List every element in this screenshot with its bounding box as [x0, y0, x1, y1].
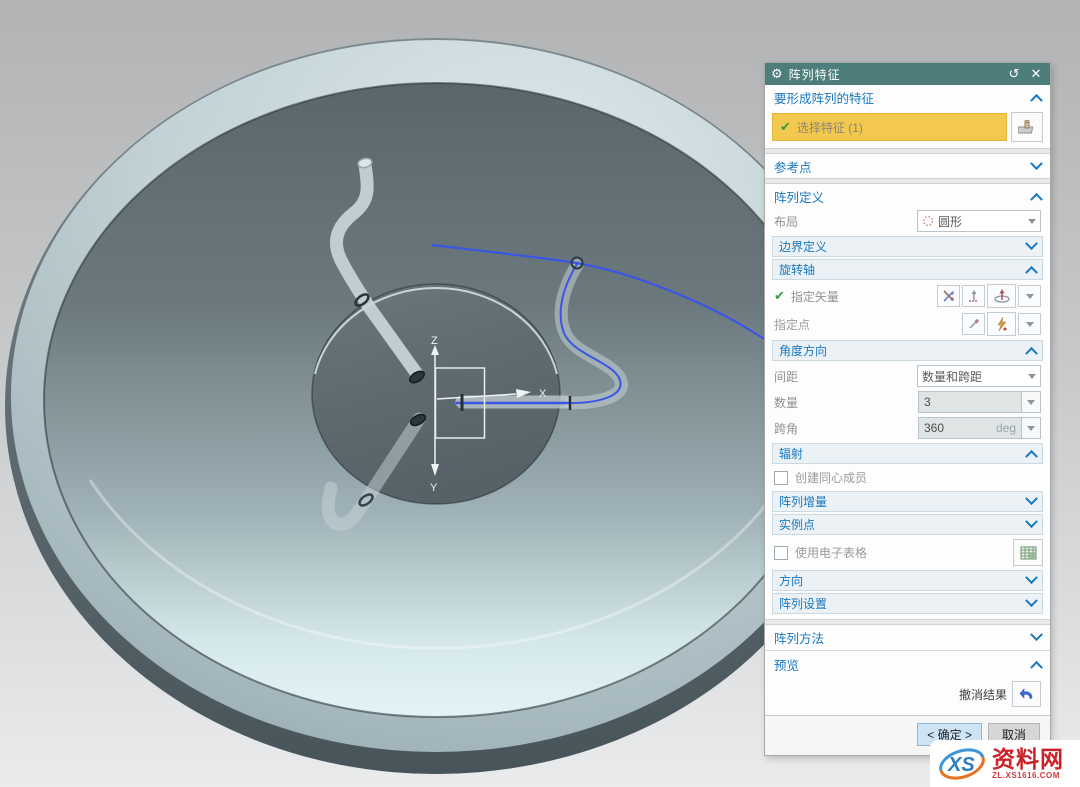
svg-text:XS: XS: [947, 754, 975, 776]
point-dialog-button[interactable]: [962, 313, 985, 335]
span-angle-input[interactable]: 360 deg: [918, 417, 1021, 439]
group-boundary-definition[interactable]: 边界定义: [772, 236, 1043, 257]
group-rotation-axis[interactable]: 旋转轴: [772, 259, 1043, 280]
undo-result-row: 撤消结果: [765, 676, 1050, 715]
rotation-axis-icon: [993, 288, 1011, 304]
chevron-down-icon[interactable]: [1030, 628, 1043, 641]
section-preview[interactable]: 预览: [765, 652, 1050, 676]
point-constructor-icon: [967, 317, 981, 331]
undo-icon: [1019, 687, 1035, 701]
layout-select[interactable]: 圆形: [917, 210, 1041, 232]
create-concentric-row: 创建同心成员: [765, 466, 1050, 489]
chevron-up-icon[interactable]: [1030, 661, 1043, 674]
specify-point-row: 指定点: [765, 310, 1050, 338]
inferred-point-button[interactable]: [987, 312, 1016, 336]
use-spreadsheet-checkbox[interactable]: [774, 546, 788, 560]
dropdown-caret-icon: [1028, 374, 1036, 379]
chevron-up-icon[interactable]: [1030, 193, 1043, 206]
chevron-down-icon[interactable]: [1025, 515, 1038, 528]
span-angle-row: 跨角 360 deg: [765, 415, 1050, 441]
chevron-down-icon[interactable]: [1025, 594, 1038, 607]
chevron-up-icon[interactable]: [1030, 94, 1043, 107]
boss-feature-icon: [1018, 119, 1036, 135]
chevron-down-icon[interactable]: [1025, 571, 1038, 584]
spreadsheet-button[interactable]: [1013, 539, 1043, 566]
dialog-titlebar[interactable]: ⚙ 阵列特征 ↺ ✕: [765, 63, 1050, 85]
dropdown-caret-icon: [1026, 294, 1034, 299]
chevron-up-icon[interactable]: [1025, 266, 1038, 279]
section-pattern-definition[interactable]: 阵列定义: [765, 184, 1050, 208]
chevron-down-icon[interactable]: [1025, 492, 1038, 505]
xs-logo-icon: XS: [936, 744, 988, 784]
check-icon: ✔: [780, 119, 791, 135]
dropdown-caret-icon: [1027, 426, 1035, 431]
chevron-up-icon[interactable]: [1025, 347, 1038, 360]
check-icon: ✔: [774, 288, 785, 304]
section-pattern-method[interactable]: 阵列方法: [765, 625, 1050, 649]
close-icon[interactable]: ✕: [1028, 66, 1044, 82]
unit-label: deg: [996, 421, 1016, 435]
specify-vector-row: ✔ 指定矢量: [765, 282, 1050, 310]
pattern-feature-dialog: ⚙ 阵列特征 ↺ ✕ 要形成阵列的特征 ✔ 选择特征 (1) 参考点 阵列定义: [764, 62, 1051, 756]
count-row: 数量 3: [765, 389, 1050, 415]
dialog-title: 阵列特征: [789, 66, 1000, 83]
watermark-badge: XS 资料网 ZL.XS1616.COM: [930, 740, 1080, 787]
group-instance-points[interactable]: 实例点: [772, 514, 1043, 535]
section-reference-point[interactable]: 参考点: [765, 154, 1050, 178]
group-orientation[interactable]: 方向: [772, 570, 1043, 591]
gear-icon: ⚙: [771, 66, 783, 82]
chevron-up-icon[interactable]: [1025, 450, 1038, 463]
select-feature-field[interactable]: ✔ 选择特征 (1): [772, 113, 1007, 141]
count-options-button[interactable]: [1021, 391, 1041, 413]
spreadsheet-icon: [1020, 546, 1037, 560]
auto-axis-button[interactable]: [987, 284, 1016, 308]
span-angle-options-button[interactable]: [1021, 417, 1041, 439]
two-point-vector-button[interactable]: [937, 285, 960, 307]
undo-result-button[interactable]: [1012, 681, 1041, 707]
count-input[interactable]: 3: [918, 391, 1021, 413]
chevron-down-icon[interactable]: [1030, 157, 1043, 170]
dropdown-caret-icon: [1026, 322, 1034, 327]
divider: [765, 650, 1050, 651]
vector-options-button[interactable]: [1018, 285, 1041, 307]
dropdown-caret-icon: [1028, 219, 1036, 224]
reset-icon[interactable]: ↺: [1006, 66, 1022, 82]
vector-constructor-icon: [967, 289, 981, 303]
axis-y-label: Y: [430, 482, 438, 494]
spacing-select[interactable]: 数量和跨距: [917, 365, 1041, 387]
axis-z-label: Z: [431, 335, 438, 347]
layout-row: 布局 圆形: [765, 208, 1050, 234]
point-options-button[interactable]: [1018, 313, 1041, 335]
spacing-row: 间距 数量和跨距: [765, 363, 1050, 389]
feature-picker-button[interactable]: [1011, 112, 1043, 142]
group-radiate[interactable]: 辐射: [772, 443, 1043, 464]
group-pattern-settings[interactable]: 阵列设置: [772, 593, 1043, 614]
section-features-to-pattern[interactable]: 要形成阵列的特征: [765, 85, 1050, 109]
create-concentric-checkbox[interactable]: [774, 471, 788, 485]
dropdown-caret-icon: [1027, 400, 1035, 405]
watermark-site-url: ZL.XS1616.COM: [992, 772, 1064, 780]
group-pattern-increment[interactable]: 阵列增量: [772, 491, 1043, 512]
use-spreadsheet-row: 使用电子表格: [765, 537, 1050, 568]
vector-dialog-button[interactable]: [962, 285, 985, 307]
axis-x-label: X: [539, 388, 547, 400]
crossed-vectors-icon: [942, 289, 956, 303]
group-angle-direction[interactable]: 角度方向: [772, 340, 1043, 361]
select-feature-row: ✔ 选择特征 (1): [772, 112, 1043, 142]
chevron-down-icon[interactable]: [1025, 237, 1038, 250]
circular-pattern-icon: [922, 215, 934, 227]
lightning-bolt-icon: [995, 316, 1009, 332]
watermark-site-name: 资料网: [992, 748, 1064, 771]
